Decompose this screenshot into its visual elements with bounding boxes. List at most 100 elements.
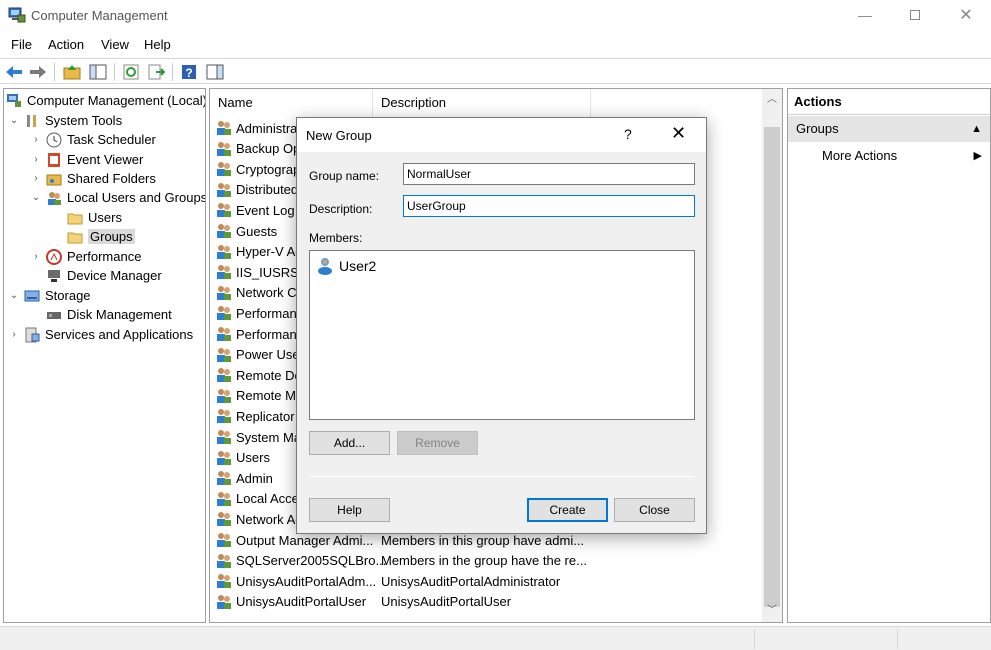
- table-row[interactable]: Administra: [216, 118, 297, 138]
- dialog-help-icon[interactable]: ?: [624, 126, 632, 142]
- folder-icon: [67, 213, 83, 224]
- chevron-down-icon[interactable]: ⌄: [8, 115, 20, 126]
- table-row[interactable]: Admin: [216, 468, 273, 488]
- member-item[interactable]: User2: [316, 257, 376, 275]
- row-description: UnisysAuditPortalAdministrator: [381, 573, 561, 589]
- table-row[interactable]: IIS_IUSRS: [216, 262, 299, 282]
- dialog-title: New Group: [306, 128, 372, 143]
- table-row[interactable]: Network Co: [216, 283, 304, 303]
- close-dialog-button[interactable]: Close: [614, 498, 695, 522]
- table-row[interactable]: Remote De: [216, 365, 302, 385]
- add-member-button[interactable]: Add...: [309, 431, 390, 455]
- table-row[interactable]: UnisysAuditPortalAdm... UnisysAuditPortal…: [216, 571, 560, 591]
- list-vertical-scrollbar[interactable]: ︿ ﹀: [762, 89, 782, 622]
- show-hide-tree-icon[interactable]: [88, 62, 108, 82]
- tree-item-groups[interactable]: Groups: [67, 227, 135, 246]
- column-header-name[interactable]: Name: [210, 89, 373, 117]
- help-icon[interactable]: ?: [179, 62, 199, 82]
- table-row[interactable]: Backup Op: [216, 139, 300, 159]
- tree-item-event-viewer[interactable]: › Event Viewer: [30, 150, 143, 169]
- menu-help[interactable]: Help: [144, 37, 171, 52]
- group-icon: [217, 388, 231, 403]
- more-actions-item[interactable]: More Actions ▶: [822, 145, 982, 167]
- tree-item-storage[interactable]: ⌄ Storage: [8, 286, 91, 305]
- scroll-down-icon[interactable]: ﹀: [762, 602, 782, 620]
- minimize-button[interactable]: —: [842, 0, 888, 30]
- table-row[interactable]: Distributed: [216, 180, 298, 200]
- group-icon: [217, 203, 231, 218]
- row-name: Local Acces: [236, 491, 306, 507]
- maximize-button[interactable]: [892, 0, 938, 30]
- export-list-icon[interactable]: [146, 62, 166, 82]
- table-row[interactable]: Network Ac: [216, 509, 302, 529]
- table-row[interactable]: Event Log R: [216, 200, 308, 220]
- group-icon: [217, 471, 231, 486]
- tree-item-device-manager[interactable]: Device Manager: [46, 266, 162, 285]
- forward-arrow-icon[interactable]: [28, 62, 48, 82]
- scrollbar-thumb[interactable]: [764, 127, 780, 607]
- tree-item-performance[interactable]: › Performance: [30, 247, 141, 266]
- group-icon: [217, 285, 231, 300]
- table-row[interactable]: SQLServer2005SQLBro... Members in the gro…: [216, 551, 587, 571]
- table-row[interactable]: UnisysAuditPortalUser UnisysAuditPortalUs…: [216, 592, 511, 612]
- row-name: Admin: [236, 470, 273, 486]
- show-hide-action-pane-icon[interactable]: [205, 62, 225, 82]
- menu-file[interactable]: File: [11, 37, 32, 52]
- table-row[interactable]: Replicator: [216, 406, 295, 426]
- refresh-icon[interactable]: [121, 62, 141, 82]
- shared-folder-icon: [46, 174, 62, 185]
- chevron-right-icon[interactable]: ›: [30, 251, 42, 262]
- user-icon: [318, 258, 332, 275]
- row-description: Members in this group have admi...: [381, 532, 585, 548]
- tree-item-system-tools[interactable]: ⌄ System Tools: [8, 111, 122, 130]
- tree-item-task-scheduler[interactable]: › Task Scheduler: [30, 130, 156, 149]
- row-name: Network Co: [236, 285, 304, 301]
- tree-item-services-and-applications[interactable]: › Services and Applications: [8, 325, 193, 344]
- title-bar: Computer Management — ✕: [0, 0, 991, 32]
- up-folder-icon[interactable]: [62, 62, 82, 82]
- close-window-button[interactable]: ✕: [943, 0, 989, 30]
- group-icon: [217, 141, 231, 156]
- chevron-right-icon[interactable]: ›: [30, 134, 42, 145]
- submenu-arrow-icon: ▶: [973, 150, 982, 162]
- tree-item-local-users-and-groups[interactable]: ⌄ Local Users and Groups: [30, 188, 205, 207]
- table-row[interactable]: Hyper-V Ad: [216, 242, 302, 262]
- column-header-description[interactable]: Description: [373, 89, 591, 117]
- menu-action[interactable]: Action: [48, 37, 84, 52]
- tree-item-disk-management[interactable]: Disk Management: [46, 305, 172, 324]
- row-name: System Ma: [236, 429, 302, 445]
- group-name-input[interactable]: NormalUser: [403, 163, 695, 185]
- table-row[interactable]: Remote Ma: [216, 386, 303, 406]
- row-description: Members in the group have the re...: [381, 553, 587, 569]
- table-row[interactable]: Cryptograp: [216, 159, 300, 179]
- chevron-down-icon[interactable]: ⌄: [30, 192, 42, 203]
- scroll-up-icon[interactable]: ︿: [762, 91, 782, 109]
- table-row[interactable]: Power User: [216, 345, 304, 365]
- description-input[interactable]: UserGroup: [403, 195, 695, 217]
- table-row[interactable]: System Ma: [216, 427, 301, 447]
- help-button[interactable]: Help: [309, 498, 390, 522]
- tree-item-computer-management[interactable]: Computer Management (Local): [6, 91, 205, 110]
- collapse-up-icon[interactable]: ▲: [971, 116, 982, 142]
- table-row[interactable]: Performanc: [216, 303, 303, 323]
- minimize-icon: —: [858, 7, 872, 23]
- table-row[interactable]: Local Acces: [216, 489, 305, 509]
- menu-view[interactable]: View: [101, 37, 129, 52]
- table-row[interactable]: Guests: [216, 221, 277, 241]
- chevron-right-icon[interactable]: ›: [8, 329, 20, 340]
- tree-item-users[interactable]: Users: [67, 208, 122, 227]
- chevron-right-icon[interactable]: ›: [30, 154, 42, 165]
- create-button[interactable]: Create: [527, 498, 608, 522]
- members-list[interactable]: User2: [309, 250, 695, 420]
- table-row[interactable]: Users: [216, 448, 270, 468]
- chevron-down-icon[interactable]: ⌄: [8, 290, 20, 301]
- performance-icon: [46, 248, 62, 265]
- remove-member-button[interactable]: Remove: [397, 431, 478, 455]
- actions-group-groups[interactable]: Groups ▲: [788, 116, 990, 142]
- dialog-close-icon[interactable]: ✕: [671, 123, 686, 144]
- group-icon: [217, 327, 231, 341]
- tree-item-shared-folders[interactable]: › Shared Folders: [30, 169, 156, 188]
- table-row[interactable]: Performanc: [216, 324, 303, 344]
- back-arrow-icon[interactable]: [4, 62, 24, 82]
- chevron-right-icon[interactable]: ›: [30, 173, 42, 184]
